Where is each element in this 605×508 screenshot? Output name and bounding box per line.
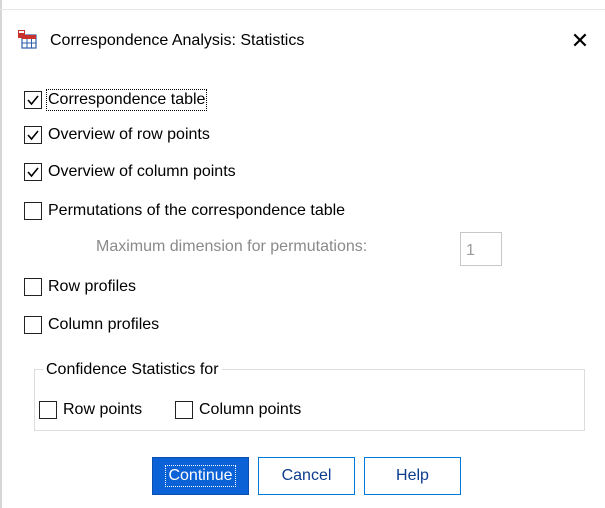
checkbox-box[interactable] [175, 401, 193, 419]
statistics-dialog: Correspondence Analysis: Statistics ✕ Co… [6, 10, 605, 508]
continue-label: Continue [165, 465, 236, 487]
checkbox-overview-row-points[interactable]: Overview of row points [24, 123, 210, 147]
checkbox-label: Row points [63, 401, 143, 418]
group-title: Confidence Statistics for [43, 361, 222, 379]
checkbox-confidence-column-points[interactable]: Column points [175, 398, 301, 422]
title-bar: Correspondence Analysis: Statistics ✕ [6, 10, 605, 70]
checkbox-permutations[interactable]: Permutations of the correspondence table [24, 199, 345, 223]
checkbox-box[interactable] [24, 126, 42, 144]
checkbox-correspondence-table[interactable]: Correspondence table [24, 88, 208, 112]
checkbox-label: Column points [199, 401, 302, 418]
checkbox-box[interactable] [24, 202, 42, 220]
checkbox-box[interactable] [39, 401, 57, 419]
checkbox-label: Overview of column points [48, 163, 236, 180]
checkbox-box[interactable] [24, 91, 42, 109]
cancel-button[interactable]: Cancel [258, 457, 355, 495]
checkbox-box[interactable] [24, 278, 42, 296]
close-icon[interactable]: ✕ [562, 24, 598, 58]
checkbox-column-profiles[interactable]: Column profiles [24, 313, 159, 337]
checkbox-label: Column profiles [48, 316, 160, 333]
max-dimension-label: Maximum dimension for permutations: [96, 238, 368, 255]
spss-dialog-icon [16, 28, 38, 50]
background-gridline [0, 0, 2, 508]
checkbox-label: Row profiles [48, 278, 137, 295]
help-button[interactable]: Help [364, 457, 461, 495]
checkbox-box[interactable] [24, 163, 42, 181]
max-dimension-field[interactable]: 1 [460, 232, 502, 266]
checkbox-row-profiles[interactable]: Row profiles [24, 275, 136, 299]
checkbox-overview-column-points[interactable]: Overview of column points [24, 160, 236, 184]
window-title: Correspondence Analysis: Statistics [50, 32, 305, 49]
checkbox-label: Correspondence table [45, 89, 208, 111]
checkbox-box[interactable] [24, 316, 42, 334]
help-label: Help [396, 467, 429, 484]
continue-button[interactable]: Continue [152, 457, 249, 495]
cancel-label: Cancel [281, 467, 332, 484]
checkbox-label: Permutations of the correspondence table [48, 202, 346, 219]
checkbox-label: Overview of row points [48, 126, 210, 143]
checkbox-confidence-row-points[interactable]: Row points [39, 398, 142, 422]
